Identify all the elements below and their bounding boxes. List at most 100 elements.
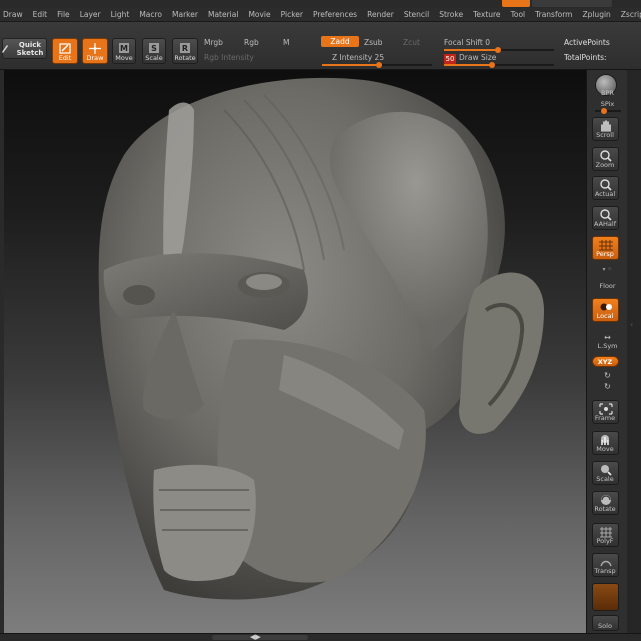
zadd-button[interactable]: Zadd bbox=[321, 36, 359, 47]
quick-sketch-label: Quick Sketch bbox=[16, 41, 44, 57]
rotate-mode-button[interactable]: R Rotate bbox=[172, 38, 198, 64]
rgb-button[interactable]: Rgb bbox=[244, 38, 259, 47]
menu-transform[interactable]: Transform bbox=[535, 10, 572, 19]
move-mode-button[interactable]: M Move bbox=[112, 38, 136, 64]
menu-preferences[interactable]: Preferences bbox=[313, 10, 357, 19]
scale-button[interactable]: Scale bbox=[592, 461, 619, 485]
draw-size-value: 50 bbox=[444, 54, 456, 64]
top-toolbar: Quick Sketch Edit Draw M Move S Scale R … bbox=[0, 22, 641, 70]
menu-file[interactable]: File bbox=[57, 10, 70, 19]
persp-label: Persp bbox=[596, 250, 614, 258]
zoom-button[interactable]: Zoom bbox=[592, 147, 619, 171]
menu-edit[interactable]: Edit bbox=[33, 10, 48, 19]
floor-axis-icon: ▾ ⁘ bbox=[602, 266, 613, 273]
menu-stencil[interactable]: Stencil bbox=[404, 10, 429, 19]
title-strip bbox=[0, 0, 641, 8]
zcut-button[interactable]: Zcut bbox=[403, 38, 420, 47]
rotate-z-icon[interactable]: ↻ bbox=[587, 382, 628, 391]
rotate-label: Rotate bbox=[174, 54, 196, 62]
menu-macro[interactable]: Macro bbox=[139, 10, 162, 19]
quick-sketch-button[interactable]: Quick Sketch bbox=[2, 38, 47, 59]
transp-label: Transp bbox=[594, 567, 616, 575]
lsym-arrows-icon: ↔ bbox=[604, 333, 611, 342]
menu-stroke[interactable]: Stroke bbox=[439, 10, 463, 19]
z-intensity-fill bbox=[322, 64, 382, 66]
total-points-label: TotalPoints: bbox=[564, 53, 607, 62]
menu-movie[interactable]: Movie bbox=[248, 10, 270, 19]
focal-shift-slider[interactable]: Focal Shift 0 bbox=[444, 38, 490, 47]
frame-button[interactable]: Frame bbox=[592, 400, 619, 424]
actual-button[interactable]: Actual bbox=[592, 176, 619, 200]
rotate-button[interactable]: Rotate bbox=[592, 491, 619, 515]
tray-toggle-arrows-icon[interactable]: ◀▶ bbox=[250, 633, 261, 641]
menu-zscript[interactable]: Zscript bbox=[621, 10, 641, 19]
frame-label: Frame bbox=[594, 414, 616, 422]
spix-knob[interactable] bbox=[601, 108, 607, 114]
svg-text:S: S bbox=[151, 44, 157, 53]
menu-draw[interactable]: Draw bbox=[3, 10, 23, 19]
menu-light[interactable]: Light bbox=[111, 10, 130, 19]
polyf-label: PolyF bbox=[596, 537, 614, 545]
m-button[interactable]: M bbox=[283, 38, 289, 47]
menu-texture[interactable]: Texture bbox=[473, 10, 500, 19]
bottom-tray: ◀▶ bbox=[0, 633, 641, 641]
menu-layer[interactable]: Layer bbox=[80, 10, 101, 19]
solo-button[interactable]: Solo bbox=[592, 615, 619, 631]
local-label: Local bbox=[596, 312, 614, 320]
transp-button[interactable]: Transp bbox=[592, 553, 619, 577]
hotkey-badge[interactable] bbox=[502, 0, 530, 7]
menu-render[interactable]: Render bbox=[367, 10, 394, 19]
edit-label: Edit bbox=[58, 54, 72, 62]
local-button[interactable]: Local bbox=[592, 298, 619, 322]
actual-label: Actual bbox=[594, 190, 616, 198]
xyz-button[interactable]: XYZ bbox=[592, 356, 619, 367]
scale-label: Scale bbox=[596, 475, 614, 483]
rgb-intensity-slider[interactable]: Rgb Intensity bbox=[204, 53, 254, 62]
floor-button[interactable]: Floor bbox=[587, 282, 628, 290]
draw-size-fill bbox=[444, 64, 492, 66]
aahalf-button[interactable]: AAHalf bbox=[592, 206, 619, 230]
move-button[interactable]: Move bbox=[592, 431, 619, 455]
focal-shift-fill bbox=[444, 49, 499, 51]
sketch-icon bbox=[2, 45, 8, 53]
tray-collapse-icon[interactable]: ‹ bbox=[630, 320, 633, 329]
move-label: Move bbox=[115, 54, 133, 62]
svg-text:R: R bbox=[182, 44, 188, 53]
edit-button[interactable]: Edit bbox=[52, 38, 78, 64]
lsym-button[interactable]: L.Sym bbox=[587, 342, 628, 350]
menu-tool[interactable]: Tool bbox=[511, 10, 526, 19]
draw-size-slider[interactable]: Draw Size bbox=[459, 53, 496, 62]
menu-material[interactable]: Material bbox=[208, 10, 238, 19]
spix-track[interactable] bbox=[595, 110, 621, 112]
xyz-label: XYZ bbox=[597, 358, 613, 366]
menu-marker[interactable]: Marker bbox=[172, 10, 198, 19]
ghost-button[interactable] bbox=[592, 583, 619, 611]
right-tray: ‹ bbox=[627, 70, 641, 633]
aahalf-label: AAHalf bbox=[593, 220, 617, 228]
menu-zplugin[interactable]: Zplugin bbox=[582, 10, 610, 19]
solo-label: Solo bbox=[598, 622, 612, 630]
zsub-button[interactable]: Zsub bbox=[364, 38, 383, 47]
mrgb-button[interactable]: Mrgb bbox=[204, 38, 223, 47]
active-points-label: ActivePoints bbox=[564, 38, 610, 47]
draw-label: Draw bbox=[86, 54, 104, 62]
main-menubar: Draw Edit File Layer Light Macro Marker … bbox=[0, 8, 641, 22]
script-field[interactable] bbox=[532, 0, 612, 7]
polyf-button[interactable]: PolyF bbox=[592, 523, 619, 547]
right-shelf: BPR SPix Scroll Zoom Actual AAHalf Persp… bbox=[586, 70, 627, 633]
rotate-y-icon[interactable]: ↻ bbox=[587, 371, 628, 380]
scale-mode-button[interactable]: S Scale bbox=[142, 38, 166, 64]
menu-picker[interactable]: Picker bbox=[281, 10, 303, 19]
draw-size-knob[interactable] bbox=[489, 62, 495, 68]
draw-button[interactable]: Draw bbox=[82, 38, 108, 64]
z-intensity-knob[interactable] bbox=[376, 62, 382, 68]
scroll-button[interactable]: Scroll bbox=[592, 117, 619, 141]
canvas-viewport[interactable] bbox=[4, 70, 586, 633]
move-label: Move bbox=[596, 445, 614, 453]
rotate-label: Rotate bbox=[594, 505, 616, 513]
scroll-label: Scroll bbox=[596, 131, 614, 139]
persp-button[interactable]: Persp bbox=[592, 236, 619, 260]
z-intensity-slider[interactable]: Z Intensity 25 bbox=[332, 53, 384, 62]
svg-text:M: M bbox=[120, 44, 128, 53]
spix-label[interactable]: SPix bbox=[587, 100, 628, 108]
